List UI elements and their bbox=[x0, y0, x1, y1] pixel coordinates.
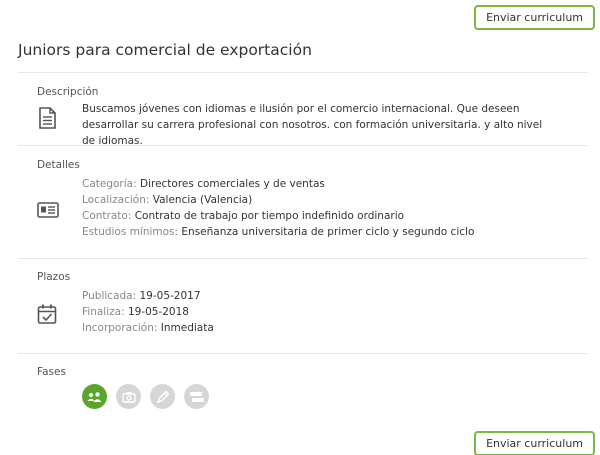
id-card-icon bbox=[37, 201, 59, 223]
description-text: Buscamos jóvenes con idiomas e ilusión p… bbox=[82, 103, 543, 147]
deadline-row: Finaliza: 19-05-2018 bbox=[82, 304, 214, 320]
detail-row: Categoría: Directores comerciales y de v… bbox=[82, 176, 474, 192]
calendar-check-icon bbox=[37, 303, 59, 325]
deadline-value: Inmediata bbox=[160, 322, 214, 334]
details-section: Detalles Categoría: Directores comercial… bbox=[37, 159, 587, 238]
send-cv-button-top[interactable]: Enviar curriculum bbox=[474, 5, 595, 30]
divider bbox=[18, 145, 588, 146]
divider bbox=[18, 258, 588, 259]
camera-icon bbox=[121, 391, 136, 403]
handshake-icon bbox=[189, 390, 205, 404]
send-cv-button-bottom[interactable]: Enviar curriculum bbox=[474, 431, 595, 455]
deadlines-list: Publicada: 19-05-2017 Finaliza: 19-05-20… bbox=[82, 288, 214, 336]
divider bbox=[18, 353, 588, 354]
detail-value: Enseñanza universitaria de primer ciclo … bbox=[181, 226, 475, 238]
divider bbox=[18, 72, 588, 73]
deadline-row: Publicada: 19-05-2017 bbox=[82, 288, 214, 304]
detail-key: Estudios mínimos: bbox=[82, 226, 179, 238]
deadline-key: Incorporación: bbox=[82, 322, 158, 334]
description-label: Descripción bbox=[37, 86, 99, 98]
detail-key: Contrato: bbox=[82, 210, 132, 222]
details-label: Detalles bbox=[37, 159, 80, 171]
detail-key: Localización: bbox=[82, 194, 150, 206]
deadlines-section: Plazos Publicada: 19-05-2017 Finaliza: 1… bbox=[37, 271, 587, 334]
phase-hiring[interactable] bbox=[184, 384, 209, 409]
phase-test[interactable] bbox=[150, 384, 175, 409]
users-icon bbox=[87, 391, 103, 403]
document-icon bbox=[37, 107, 59, 129]
deadline-row: Incorporación: Inmediata bbox=[82, 320, 214, 336]
detail-row: Contrato: Contrato de trabajo por tiempo… bbox=[82, 208, 474, 224]
pencil-icon bbox=[156, 389, 170, 404]
description-section: Descripción Buscamos jóvenes con idiomas… bbox=[37, 86, 587, 147]
detail-key: Categoría: bbox=[82, 178, 137, 190]
deadline-value: 19-05-2018 bbox=[127, 306, 189, 318]
deadlines-label: Plazos bbox=[37, 271, 71, 283]
deadline-key: Publicada: bbox=[82, 290, 137, 302]
detail-value: Contrato de trabajo por tiempo indefinid… bbox=[134, 210, 405, 222]
detail-row: Estudios mínimos: Enseñanza universitari… bbox=[82, 224, 474, 240]
detail-value: Directores comerciales y de ventas bbox=[139, 178, 325, 190]
phases-label: Fases bbox=[37, 366, 66, 378]
details-list: Categoría: Directores comerciales y de v… bbox=[82, 176, 474, 240]
deadline-value: 19-05-2017 bbox=[139, 290, 201, 302]
phase-interview[interactable] bbox=[116, 384, 141, 409]
detail-value: Valencia (Valencia) bbox=[152, 194, 253, 206]
phase-candidates[interactable] bbox=[82, 384, 107, 409]
phases-section: Fases bbox=[37, 366, 587, 378]
page-title: Juniors para comercial de exportación bbox=[18, 41, 312, 59]
detail-row: Localización: Valencia (Valencia) bbox=[82, 192, 474, 208]
deadline-key: Finaliza: bbox=[82, 306, 125, 318]
phases-list bbox=[82, 384, 209, 409]
